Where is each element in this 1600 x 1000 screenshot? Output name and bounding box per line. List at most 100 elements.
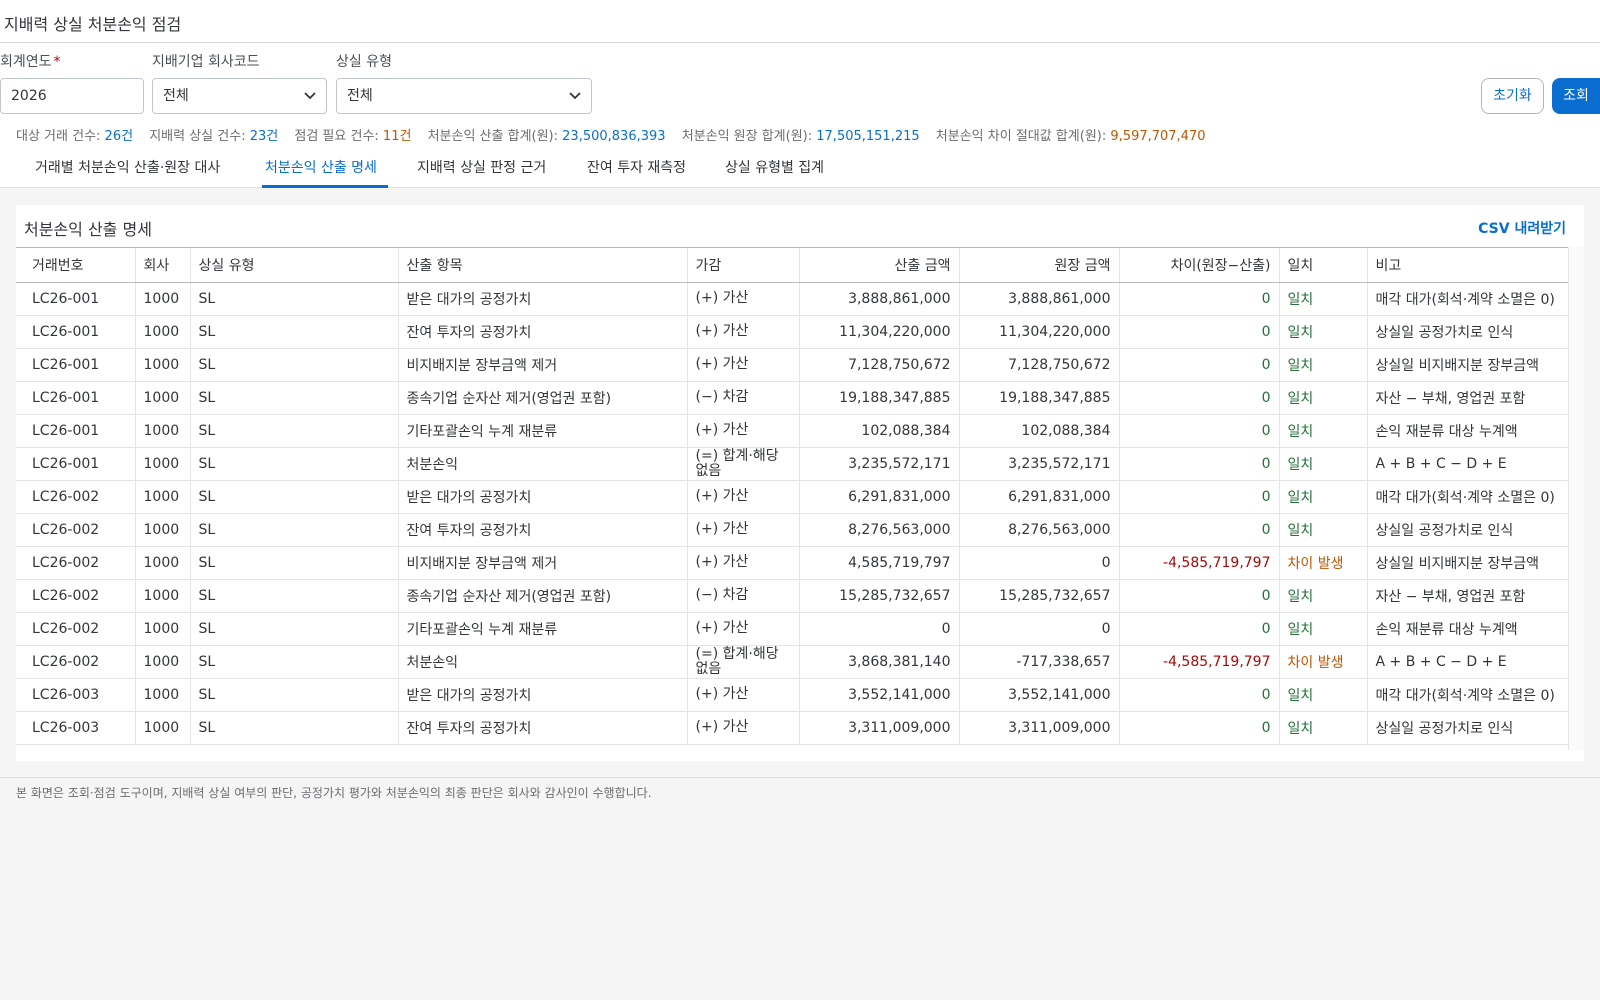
table-row[interactable]: LC26-002 1000 SL 받은 대가의 공정가치 (+) 가산 6,291,831… xyxy=(16,480,1569,514)
table-body: LC26-001 1000 SL 받은 대가의 공정가치 (+) 가산 3,888,861… xyxy=(16,282,1569,745)
company-select-value: 전체 xyxy=(163,88,189,104)
cell-loss-type: SL xyxy=(190,348,399,382)
cell-match: 일치 xyxy=(1279,513,1368,547)
cell-company: 1000 xyxy=(135,546,191,580)
cell-company: 1000 xyxy=(135,711,191,745)
csv-download-link[interactable]: CSV 내려받기 xyxy=(1478,218,1566,238)
cell-calc-amount: 3,235,572,171 xyxy=(799,447,960,481)
loss-type-select[interactable]: 전체 xyxy=(336,78,592,114)
cell-remark: 상실일 비지배지분 장부금액 xyxy=(1367,546,1569,580)
cell-ledger-amount: 6,291,831,000 xyxy=(959,480,1120,514)
table-row[interactable]: LC26-001 1000 SL 받은 대가의 공정가치 (+) 가산 3,888,861… xyxy=(16,282,1569,316)
cell-loss-type: SL xyxy=(190,480,399,514)
cell-company: 1000 xyxy=(135,480,191,514)
cell-sign: (=) 합계·해당 없음 xyxy=(687,645,800,679)
col-header-difference[interactable]: 차이(원장−산출) xyxy=(1119,248,1280,283)
cell-calc-amount: 3,311,009,000 xyxy=(799,711,960,745)
cell-loss-type: SL xyxy=(190,381,399,415)
table-row[interactable]: LC26-002 1000 SL 처분손익 (=) 합계·해당 없음 3,868,381,… xyxy=(16,645,1569,679)
summary-ledger-value: 17,505,151,215 xyxy=(816,129,920,144)
table-row[interactable]: LC26-003 1000 SL 받은 대가의 공정가치 (+) 가산 3,552,141… xyxy=(16,678,1569,712)
cell-deal-no: LC26-002 xyxy=(16,480,136,514)
cell-ledger-amount: 19,188,347,885 xyxy=(959,381,1120,415)
cell-loss-type: SL xyxy=(190,579,399,613)
table-scrollbar[interactable] xyxy=(1568,247,1584,750)
cell-calc-item: 기타포괄손익 누계 재분류 xyxy=(398,612,688,646)
cell-difference: 0 xyxy=(1119,414,1280,448)
year-input[interactable]: 2026 xyxy=(0,78,144,114)
col-header-calc-amount[interactable]: 산출 금액 xyxy=(799,248,960,283)
year-label: 회계연도 * xyxy=(0,51,61,71)
col-header-company[interactable]: 회사 xyxy=(135,248,191,283)
cell-calc-item: 잔여 투자의 공정가치 xyxy=(398,315,688,349)
tab-remeasurement[interactable]: 잔여 투자 재측정 xyxy=(587,157,686,177)
table-row[interactable]: LC26-002 1000 SL 기타포괄손익 누계 재분류 (+) 가산 0 0 0 일치 손익… xyxy=(16,612,1569,646)
cell-deal-no: LC26-002 xyxy=(16,546,136,580)
loss-type-select-value: 전체 xyxy=(347,88,373,104)
cell-company: 1000 xyxy=(135,579,191,613)
cell-calc-amount: 3,552,141,000 xyxy=(799,678,960,712)
cell-sign: (−) 차감 xyxy=(687,579,800,613)
table-row[interactable]: LC26-001 1000 SL 기타포괄손익 누계 재분류 (+) 가산 102,088… xyxy=(16,414,1569,448)
cell-ledger-amount: 3,311,009,000 xyxy=(959,711,1120,745)
cell-ledger-amount: -717,338,657 xyxy=(959,645,1120,679)
cell-remark: 매각 대가(회석·계약 소멸은 0) xyxy=(1367,678,1569,712)
table-row[interactable]: LC26-001 1000 SL 처분손익 (=) 합계·해당 없음 3,235,572,… xyxy=(16,447,1569,481)
table-row[interactable]: LC26-002 1000 SL 비지배지분 장부금액 제거 (+) 가산 4,585,7… xyxy=(16,546,1569,580)
col-header-calc-item[interactable]: 산출 항목 xyxy=(398,248,688,283)
col-header-loss-type[interactable]: 상실 유형 xyxy=(190,248,399,283)
cell-remark: 매각 대가(회석·계약 소멸은 0) xyxy=(1367,480,1569,514)
table-row[interactable]: LC26-001 1000 SL 비지배지분 장부금액 제거 (+) 가산 7,128,7… xyxy=(16,348,1569,382)
cell-deal-no: LC26-001 xyxy=(16,348,136,382)
table-row[interactable]: LC26-003 1000 SL 잔여 투자의 공정가치 (+) 가산 3,311,009… xyxy=(16,711,1569,745)
cell-deal-no: LC26-003 xyxy=(16,678,136,712)
cell-company: 1000 xyxy=(135,282,191,316)
summary-loss-value: 23건 xyxy=(249,129,279,144)
cell-loss-type: SL xyxy=(190,414,399,448)
table-row[interactable]: LC26-001 1000 SL 잔여 투자의 공정가치 (+) 가산 11,304,22… xyxy=(16,315,1569,349)
cell-calc-item: 받은 대가의 공정가치 xyxy=(398,678,688,712)
col-header-match[interactable]: 일치 xyxy=(1279,248,1368,283)
cell-sign: (+) 가산 xyxy=(687,612,800,646)
table-row[interactable]: LC26-002 1000 SL 종속기업 순자산 제거(영업권 포함) (−) 차감 1… xyxy=(16,579,1569,613)
cell-calc-amount: 3,888,861,000 xyxy=(799,282,960,316)
cell-remark: 손익 재분류 대상 누계액 xyxy=(1367,414,1569,448)
col-header-deal-no[interactable]: 거래번호 xyxy=(16,248,136,283)
summary-ledger-label: 처분손익 원장 합계(원): xyxy=(681,129,813,144)
table-row[interactable]: LC26-002 1000 SL 잔여 투자의 공정가치 (+) 가산 8,276,563… xyxy=(16,513,1569,547)
cell-loss-type: SL xyxy=(190,447,399,481)
cell-company: 1000 xyxy=(135,348,191,382)
cell-difference: 0 xyxy=(1119,513,1280,547)
loss-type-label: 상실 유형 xyxy=(336,54,392,70)
reset-button[interactable]: 초기화 xyxy=(1481,78,1544,114)
cell-company: 1000 xyxy=(135,645,191,679)
cell-sign: (−) 차감 xyxy=(687,381,800,415)
page-title: 지배력 상실 처분손익 점검 xyxy=(4,15,182,34)
tab-summary-by-type[interactable]: 상실 유형별 집계 xyxy=(725,157,824,177)
company-select[interactable]: 전체 xyxy=(152,78,327,114)
cell-calc-item: 잔여 투자의 공정가치 xyxy=(398,513,688,547)
table-row[interactable]: LC26-001 1000 SL 종속기업 순자산 제거(영업권 포함) (−) 차감 1… xyxy=(16,381,1569,415)
tab-reconciliation[interactable]: 거래별 처분손익 산출·원장 대사 xyxy=(35,157,220,177)
tab-control-loss-basis[interactable]: 지배력 상실 판정 근거 xyxy=(417,157,546,177)
cell-sign: (+) 가산 xyxy=(687,546,800,580)
cell-calc-amount: 11,304,220,000 xyxy=(799,315,960,349)
cell-match: 일치 xyxy=(1279,381,1368,415)
col-header-ledger-amount[interactable]: 원장 금액 xyxy=(959,248,1120,283)
cell-ledger-amount: 8,276,563,000 xyxy=(959,513,1120,547)
year-input-value: 2026 xyxy=(11,88,47,104)
cell-calc-item: 받은 대가의 공정가치 xyxy=(398,480,688,514)
cell-calc-amount: 4,585,719,797 xyxy=(799,546,960,580)
cell-loss-type: SL xyxy=(190,645,399,679)
col-header-remark[interactable]: 비고 xyxy=(1367,248,1569,283)
cell-calc-amount: 6,291,831,000 xyxy=(799,480,960,514)
col-header-sign[interactable]: 가감 xyxy=(687,248,800,283)
cell-ledger-amount: 3,235,572,171 xyxy=(959,447,1120,481)
tab-calculation-detail[interactable]: 처분손익 산출 명세 xyxy=(265,157,377,177)
cell-calc-item: 잔여 투자의 공정가치 xyxy=(398,711,688,745)
cell-calc-item: 비지배지분 장부금액 제거 xyxy=(398,546,688,580)
search-button[interactable]: 조회 xyxy=(1552,78,1600,114)
cell-company: 1000 xyxy=(135,447,191,481)
cell-difference: 0 xyxy=(1119,381,1280,415)
required-mark: * xyxy=(53,54,61,70)
